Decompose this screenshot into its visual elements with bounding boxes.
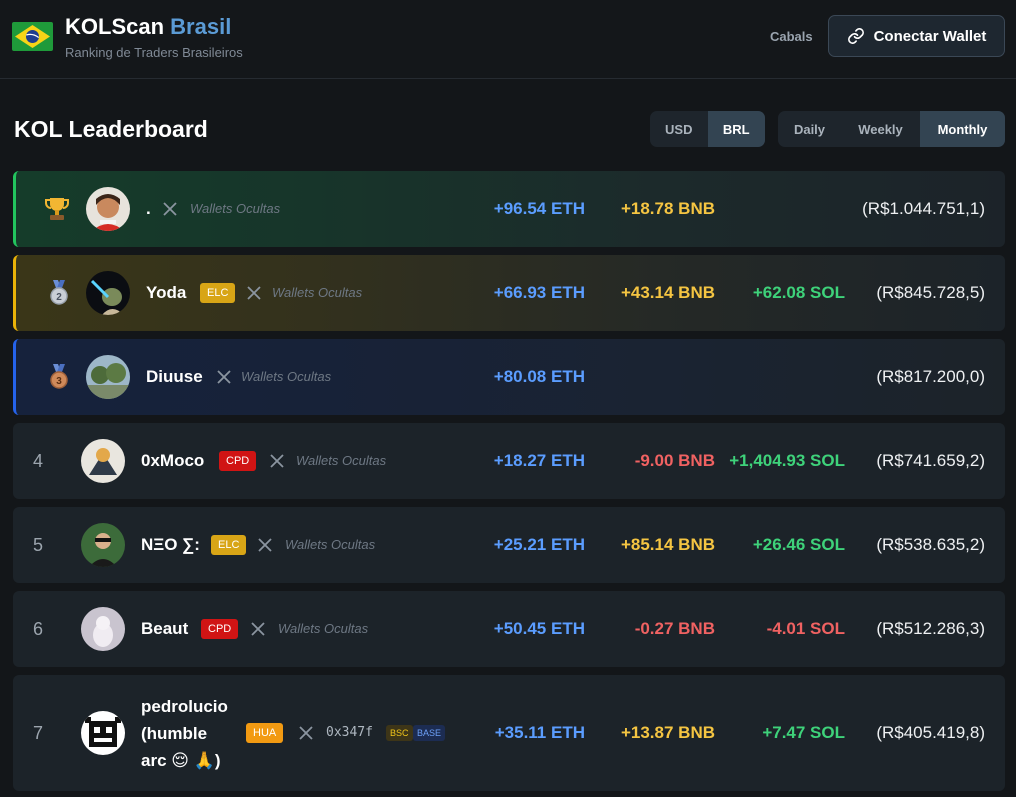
hidden-wallets-label: Wallets Ocultas — [272, 285, 363, 300]
eth-pnl: +35.11 ETH — [494, 723, 585, 742]
silver-medal-icon: 2 — [50, 280, 68, 305]
hidden-wallets-label: Wallets Ocultas — [278, 621, 369, 636]
bnb-pnl: -9.00 BNB — [634, 451, 715, 470]
eth-pnl: +18.27 ETH — [493, 451, 585, 470]
x-twitter-icon[interactable] — [270, 454, 284, 468]
kol-name-line: pedrolucio — [141, 697, 228, 716]
sol-pnl: +7.47 SOL — [762, 723, 845, 742]
brand-accent: Brasil — [170, 14, 232, 39]
rank-number: 6 — [33, 619, 44, 639]
kol-name[interactable]: Yoda — [146, 279, 186, 306]
leaderboard-row[interactable]: 2 Yoda ELC Wallets Ocultas +66.93 ETH +4… — [13, 255, 1005, 331]
kol-name[interactable]: 0xMoco — [141, 447, 204, 474]
x-twitter-icon[interactable] — [247, 286, 261, 300]
sol-pnl: +26.46 SOL — [752, 535, 845, 554]
link-icon — [847, 28, 864, 44]
bnb-pnl: +18.78 BNB — [620, 199, 715, 218]
total-brl: (R$741.659,2) — [876, 451, 985, 470]
hidden-wallets-label: Wallets Ocultas — [285, 537, 376, 552]
rank-number: 4 — [33, 451, 44, 471]
brand-title[interactable]: KOLScan Brasil — [65, 14, 231, 40]
group-badge: ELC — [200, 283, 236, 303]
group-badge: CPD — [219, 451, 257, 471]
svg-text:2: 2 — [56, 292, 62, 303]
kol-name[interactable]: Beaut — [141, 615, 188, 642]
sol-pnl: +1,404.93 SOL — [729, 451, 845, 470]
bnb-pnl: +85.14 BNB — [620, 535, 715, 554]
chain-badge-bsc: BSC — [386, 725, 413, 741]
brazil-flag-icon — [12, 22, 53, 51]
kol-name[interactable]: pedrolucio (humble arc 😌 🙏) — [141, 693, 228, 774]
leaderboard-row[interactable]: 5 NΞO ∑: ELC Wallets Ocultas +25.21 ETH … — [13, 507, 1005, 583]
bnb-pnl: +43.14 BNB — [620, 283, 715, 302]
avatar[interactable] — [81, 439, 125, 483]
wallet-address[interactable]: 0x347f — [326, 725, 373, 740]
period-daily-option[interactable]: Daily — [778, 111, 841, 147]
total-brl: (R$538.635,2) — [876, 535, 985, 554]
sol-pnl: -4.01 SOL — [766, 619, 845, 638]
x-twitter-icon[interactable] — [217, 370, 231, 384]
total-brl: (R$512.286,3) — [876, 619, 985, 638]
hidden-wallets-label: Wallets Ocultas — [296, 453, 387, 468]
leaderboard-row[interactable]: 3 Diuuse Wallets Ocultas +80.08 ETH (R$8… — [13, 339, 1005, 415]
avatar[interactable] — [81, 523, 125, 567]
brand-main: KOLScan — [65, 14, 165, 39]
leaderboard-row[interactable]: 4 0xMoco CPD Wallets Ocultas +18.27 ETH … — [13, 423, 1005, 499]
eth-pnl: +25.21 ETH — [493, 535, 585, 554]
currency-brl-option[interactable]: BRL — [707, 111, 765, 147]
trophy-icon — [45, 198, 69, 220]
total-brl: (R$845.728,5) — [876, 283, 985, 302]
rank-number: 7 — [33, 723, 44, 743]
avatar[interactable] — [86, 187, 130, 231]
period-monthly-option[interactable]: Monthly — [920, 111, 1005, 147]
kol-name[interactable]: NΞO ∑: — [141, 531, 200, 558]
leaderboard-row[interactable]: 6 Beaut CPD Wallets Ocultas +50.45 ETH -… — [13, 591, 1005, 667]
x-twitter-icon[interactable] — [258, 538, 272, 552]
eth-pnl: +66.93 ETH — [493, 283, 585, 302]
leaderboard-title: KOL Leaderboard — [14, 116, 208, 142]
total-brl: (R$405.419,8) — [876, 723, 985, 742]
svg-text:3: 3 — [56, 376, 62, 387]
bronze-medal-icon: 3 — [50, 364, 68, 389]
rank-number: 5 — [33, 535, 44, 555]
eth-pnl: +96.54 ETH — [493, 199, 585, 218]
x-twitter-icon[interactable] — [251, 622, 265, 636]
bnb-pnl: +13.87 BNB — [620, 723, 715, 742]
hidden-wallets-label: Wallets Ocultas — [190, 201, 281, 216]
group-badge: HUA — [246, 723, 284, 743]
period-weekly-option[interactable]: Weekly — [841, 111, 920, 147]
avatar[interactable] — [86, 355, 130, 399]
period-toggle: Daily Weekly Monthly — [778, 111, 1005, 147]
currency-toggle: USD BRL — [650, 111, 765, 147]
avatar[interactable] — [86, 271, 130, 315]
sol-pnl: +62.08 SOL — [752, 283, 845, 302]
nav-cabals-link[interactable]: Cabals — [770, 29, 813, 44]
total-brl: (R$817.200,0) — [876, 367, 985, 386]
avatar[interactable] — [81, 607, 125, 651]
currency-usd-option[interactable]: USD — [650, 111, 708, 147]
kol-name[interactable]: . — [146, 195, 151, 222]
group-badge: CPD — [201, 619, 239, 639]
leaderboard-row[interactable]: . Wallets Ocultas +96.54 ETH +18.78 BNB … — [13, 171, 1005, 247]
kol-name-line: arc 😌 🙏) — [141, 751, 221, 770]
chain-badge-base: BASE — [413, 725, 446, 741]
bnb-pnl: -0.27 BNB — [634, 619, 715, 638]
hidden-wallets-label: Wallets Ocultas — [241, 369, 332, 384]
top-bar: KOLScan Brasil Ranking de Traders Brasil… — [0, 0, 1016, 79]
eth-pnl: +80.08 ETH — [493, 367, 585, 386]
brand-tagline: Ranking de Traders Brasileiros — [65, 45, 243, 60]
avatar[interactable] — [81, 711, 125, 755]
leaderboard-row[interactable]: 7 pedrolucio (humble arc 😌 🙏) HUA 0x347f… — [13, 675, 1005, 791]
total-brl: (R$1.044.751,1) — [862, 199, 985, 218]
connect-wallet-label: Conectar Wallet — [873, 27, 987, 45]
group-badge: ELC — [211, 535, 247, 555]
kol-name[interactable]: Diuuse — [146, 363, 203, 390]
eth-pnl: +50.45 ETH — [493, 619, 585, 638]
connect-wallet-button[interactable]: Conectar Wallet — [828, 15, 1005, 57]
x-twitter-icon[interactable] — [299, 726, 313, 740]
x-twitter-icon[interactable] — [163, 202, 177, 216]
kol-name-line: (humble — [141, 724, 208, 743]
